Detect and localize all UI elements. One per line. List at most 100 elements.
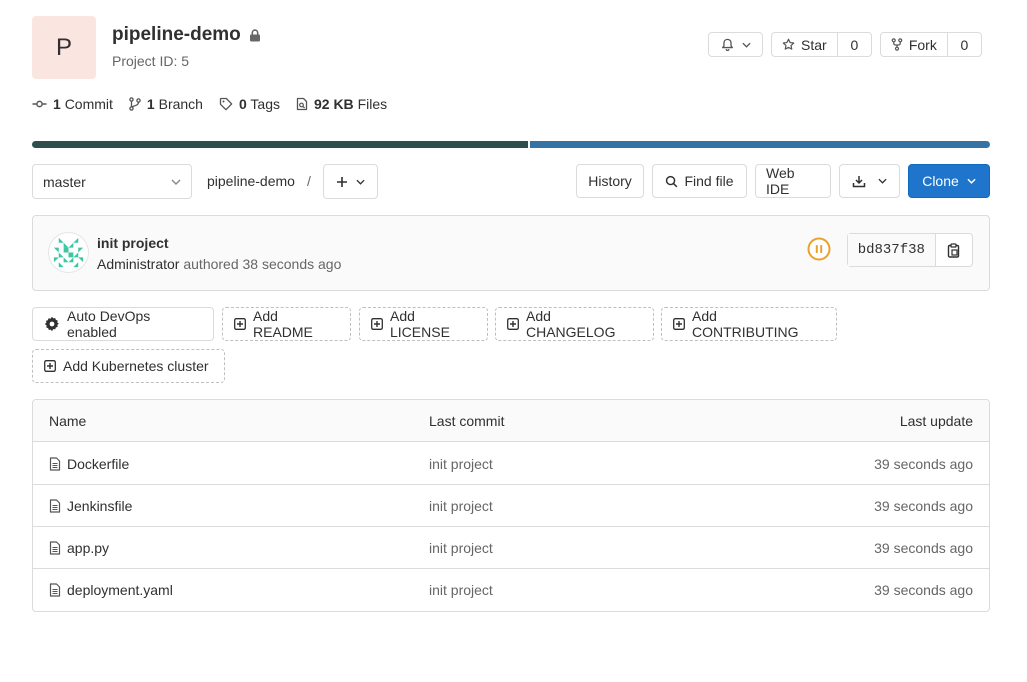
file-name-cell[interactable]: Jenkinsfile xyxy=(49,498,132,514)
file-name-cell[interactable]: Dockerfile xyxy=(49,456,129,472)
file-last-update: 39 seconds ago xyxy=(874,497,973,514)
fork-count[interactable]: 0 xyxy=(948,33,981,56)
branch-dropdown[interactable]: master xyxy=(32,164,192,199)
language-bar-segment[interactable] xyxy=(32,141,529,148)
find-file-button[interactable]: Find file xyxy=(652,164,747,198)
commit-meta: Administrator authored 38 seconds ago xyxy=(97,256,341,272)
chevron-down-icon xyxy=(967,178,976,184)
language-bar-segment[interactable] xyxy=(528,141,990,148)
file-name[interactable]: Dockerfile xyxy=(67,456,129,472)
find-file-label: Find file xyxy=(684,173,734,189)
file-last-commit[interactable]: init project xyxy=(429,498,493,514)
add-contributing-button[interactable]: Add CONTRIBUTING xyxy=(661,307,837,341)
clone-label: Clone xyxy=(922,173,959,189)
history-button[interactable]: History xyxy=(576,164,644,198)
table-row[interactable]: deployment.yaml init project 39 seconds … xyxy=(33,569,989,611)
copy-sha-button[interactable] xyxy=(936,234,972,266)
notification-dropdown[interactable] xyxy=(708,32,763,57)
author-avatar[interactable] xyxy=(48,232,89,273)
table-row[interactable]: app.py init project 39 seconds ago xyxy=(33,527,989,569)
clone-button[interactable]: Clone xyxy=(908,164,990,198)
tags-label: Tags xyxy=(250,96,280,112)
auto-devops-button[interactable]: Auto DevOps enabled xyxy=(32,307,214,341)
tags-link[interactable]: 0 Tags xyxy=(219,96,280,112)
table-header: Name Last commit Last update xyxy=(33,400,989,442)
auto-devops-label: Auto DevOps enabled xyxy=(67,308,151,340)
column-header-last-commit: Last commit xyxy=(429,412,505,429)
fork-label: Fork xyxy=(908,36,937,53)
plus-square-icon xyxy=(234,318,246,330)
file-last-commit[interactable]: init project xyxy=(429,540,493,556)
branch-icon xyxy=(129,97,141,111)
column-header-name: Name xyxy=(49,412,87,429)
project-stats: 1 Commit 1 Branch 0 Tags 92 KB Files xyxy=(32,96,387,112)
plus-square-icon xyxy=(44,360,56,372)
commit-authored-time: authored 38 seconds ago xyxy=(183,256,342,272)
bell-icon xyxy=(721,38,734,51)
branch-dropdown-value: master xyxy=(43,173,86,190)
add-changelog-label: Add CHANGELOG xyxy=(526,308,616,340)
add-kubernetes-cluster-button[interactable]: Add Kubernetes cluster xyxy=(32,349,225,383)
add-readme-label: Add README xyxy=(253,308,313,340)
add-kubernetes-cluster-label: Add Kubernetes cluster xyxy=(63,358,209,374)
file-icon xyxy=(49,540,61,555)
fork-button-group: Fork 0 xyxy=(880,32,982,57)
search-icon xyxy=(665,175,678,188)
file-tree-table: Name Last commit Last update Dockerfile … xyxy=(32,399,990,612)
add-license-button[interactable]: Add LICENSE xyxy=(359,307,488,341)
table-row[interactable]: Dockerfile init project 39 seconds ago xyxy=(33,443,989,485)
pipeline-paused-icon[interactable] xyxy=(807,237,831,261)
add-changelog-button[interactable]: Add CHANGELOG xyxy=(495,307,654,341)
breadcrumb-separator: / xyxy=(306,173,311,189)
commit-title[interactable]: init project xyxy=(97,235,169,251)
star-count[interactable]: 0 xyxy=(838,33,871,56)
file-name[interactable]: Jenkinsfile xyxy=(67,498,132,514)
files-link[interactable]: 92 KB Files xyxy=(296,96,387,112)
project-id: Project ID: 5 xyxy=(112,53,190,69)
commits-label: Commit xyxy=(64,96,113,112)
breadcrumb: pipeline-demo / xyxy=(207,173,311,189)
lock-icon xyxy=(249,28,261,42)
add-readme-button[interactable]: Add README xyxy=(222,307,351,341)
chevron-down-icon xyxy=(356,179,365,185)
files-label: Files xyxy=(357,96,388,112)
commit-author[interactable]: Administrator xyxy=(97,256,179,272)
file-name-cell[interactable]: deployment.yaml xyxy=(49,582,173,598)
file-name[interactable]: app.py xyxy=(67,540,109,556)
star-icon xyxy=(782,38,795,51)
project-avatar-letter: P xyxy=(55,33,72,61)
commit-sha[interactable]: bd837f38 xyxy=(848,234,935,266)
project-name[interactable]: pipeline-demo xyxy=(112,24,241,46)
breadcrumb-root[interactable]: pipeline-demo xyxy=(207,173,295,189)
web-ide-button[interactable]: Web IDE xyxy=(755,164,831,198)
download-dropdown[interactable] xyxy=(839,164,900,198)
branches-link[interactable]: 1 Branch xyxy=(129,96,203,112)
repository-language-bar[interactable] xyxy=(32,141,990,148)
file-last-update: 39 seconds ago xyxy=(874,455,973,472)
fork-icon xyxy=(891,38,903,51)
add-dropdown-button[interactable] xyxy=(323,164,378,199)
project-title: pipeline-demo xyxy=(112,24,261,46)
table-row[interactable]: Jenkinsfile init project 39 seconds ago xyxy=(33,485,989,527)
file-last-commit[interactable]: init project xyxy=(429,582,493,598)
plus-icon xyxy=(336,176,348,188)
file-last-commit[interactable]: init project xyxy=(429,456,493,472)
file-icon xyxy=(49,583,61,597)
fork-button[interactable]: Fork xyxy=(881,33,947,56)
file-name[interactable]: deployment.yaml xyxy=(67,582,173,598)
tag-icon xyxy=(219,97,233,111)
plus-square-icon xyxy=(507,318,519,330)
commits-link[interactable]: 1 Commit xyxy=(32,96,113,112)
commit-icon xyxy=(32,99,47,109)
star-button[interactable]: Star xyxy=(772,33,837,56)
chevron-down-icon xyxy=(878,178,887,184)
download-icon xyxy=(852,175,866,188)
chevron-down-icon xyxy=(171,179,181,185)
file-size-icon xyxy=(296,97,308,111)
branches-label: Branch xyxy=(158,96,203,112)
star-button-group: Star 0 xyxy=(771,32,872,57)
file-name-cell[interactable]: app.py xyxy=(49,540,109,556)
star-label: Star xyxy=(801,36,827,53)
plus-square-icon xyxy=(673,318,685,330)
file-icon xyxy=(49,498,61,513)
